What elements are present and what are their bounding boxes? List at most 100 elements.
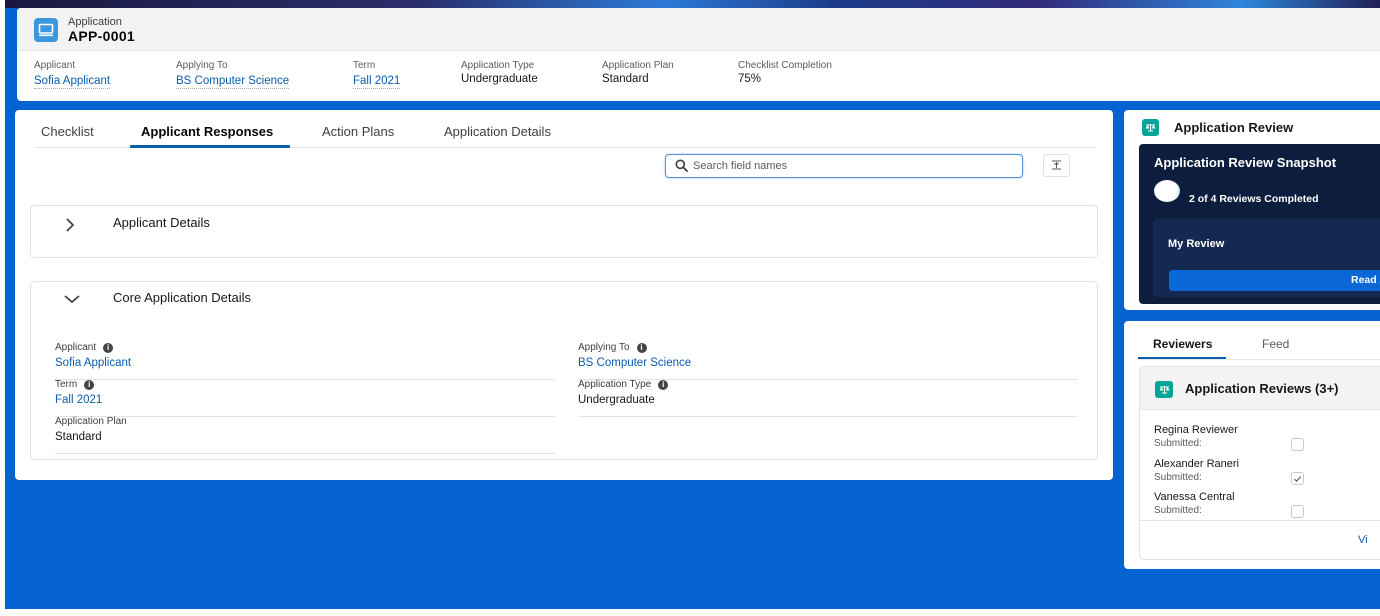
applicant-link[interactable]: Sofia Applicant: [55, 357, 555, 369]
submitted-checkbox: [1291, 438, 1304, 451]
tab-divider: [1138, 359, 1380, 360]
field-label-text: Term: [55, 379, 78, 390]
highlight-label: Application Type: [461, 60, 535, 71]
field-label: Applicant i: [55, 342, 555, 353]
chevron-down-icon[interactable]: [63, 292, 81, 310]
top-banner: [5, 0, 1380, 8]
list-item: Alexander Raneri Submitted:: [1154, 458, 1374, 490]
program-link[interactable]: BS Computer Science: [578, 357, 1078, 369]
highlight-value: 75%: [738, 73, 762, 85]
card-title: Application Review: [1174, 120, 1294, 135]
section-core-application-details: Core Application Details Applicant i Sofi…: [30, 281, 1098, 460]
highlight-value: Undergraduate: [461, 73, 538, 85]
tab-bar: Checklist Applicant Responses Action Pla…: [35, 110, 1095, 148]
field-value: Undergraduate: [578, 394, 655, 406]
field-label: Application Plan: [55, 416, 555, 427]
submitted-label: Submitted:: [1154, 472, 1202, 483]
submitted-checkbox: [1291, 472, 1304, 485]
field-term: Term i Fall 2021: [55, 379, 555, 417]
reviews-completed-text: 2 of 4 Reviews Completed: [1189, 193, 1319, 205]
highlight-fields: Applicant Sofia Applicant Applying To BS…: [17, 51, 1380, 101]
highlight-label: Applying To: [176, 60, 228, 71]
list-item: Regina Reviewer Submitted:: [1154, 424, 1374, 456]
program-link[interactable]: BS Computer Science: [176, 75, 290, 89]
reviewer-name[interactable]: Vanessa Central: [1154, 491, 1374, 503]
field-applicant: Applicant i Sofia Applicant: [55, 342, 555, 380]
reviewers-card: Reviewers Feed Application Reviews (3+) …: [1124, 321, 1380, 569]
info-icon[interactable]: i: [636, 342, 647, 353]
tab-action-plans[interactable]: Action Plans: [322, 124, 394, 139]
record-object-label: Application: [68, 16, 122, 28]
applicant-link[interactable]: Sofia Applicant: [34, 75, 111, 89]
submitted-checkbox: [1291, 505, 1304, 518]
highlight-checklist-completion: Checklist Completion 75%: [738, 60, 832, 85]
read-application-button[interactable]: Read A: [1169, 270, 1380, 291]
application-reviews-list: Application Reviews (3+) Regina Reviewer…: [1139, 366, 1380, 560]
my-review-panel: My Review Read A: [1153, 219, 1380, 297]
progress-ring: [1154, 180, 1180, 202]
main-card: Checklist Applicant Responses Action Pla…: [15, 110, 1113, 480]
section-title[interactable]: Applicant Details: [113, 215, 210, 230]
view-all-link[interactable]: Vi: [1358, 534, 1380, 546]
active-tab-indicator: [130, 145, 290, 148]
scales-icon: [1142, 119, 1159, 136]
field-label: Term i: [55, 379, 555, 390]
app-background: Application APP-0001 Applicant Sofia App…: [5, 0, 1380, 609]
highlight-label: Checklist Completion: [738, 60, 832, 71]
term-link[interactable]: Fall 2021: [55, 394, 555, 406]
highlight-label: Term: [353, 60, 376, 71]
highlight-term: Term Fall 2021: [353, 60, 401, 89]
highlight-application-type: Application Type Undergraduate: [461, 60, 538, 85]
field-label-text: Application Type: [578, 379, 652, 390]
highlight-applying-to: Applying To BS Computer Science: [176, 60, 290, 89]
scales-icon: [1155, 381, 1173, 398]
desktop-icon: [34, 18, 58, 42]
section-title[interactable]: Core Application Details: [113, 290, 251, 305]
tab-applicant-responses[interactable]: Applicant Responses: [141, 124, 273, 139]
application-review-card: Application Review Application Review Sn…: [1124, 110, 1380, 310]
info-icon[interactable]: i: [103, 342, 114, 353]
record-header: Application APP-0001: [17, 8, 1380, 51]
record-highlights: Application APP-0001 Applicant Sofia App…: [17, 8, 1380, 101]
search-input[interactable]: [693, 157, 1013, 175]
review-snapshot: Application Review Snapshot 2 of 4 Revie…: [1139, 144, 1380, 304]
field-application-type: Application Type i Undergraduate: [578, 379, 1078, 417]
highlight-applicant: Applicant Sofia Applicant: [34, 60, 111, 89]
field-label-text: Application Plan: [55, 416, 127, 427]
collapse-all-icon: [1051, 157, 1062, 175]
highlight-label: Application Plan: [602, 60, 674, 71]
chevron-right-icon[interactable]: [63, 217, 77, 238]
snapshot-title: Application Review Snapshot: [1154, 155, 1337, 170]
record-name: APP-0001: [68, 28, 135, 44]
collapse-all-button[interactable]: [1043, 154, 1070, 177]
related-list-footer: Vi: [1140, 520, 1380, 560]
highlight-application-plan: Application Plan Standard: [602, 60, 674, 85]
search-icon: [675, 159, 688, 177]
tab-application-details[interactable]: Application Details: [444, 124, 551, 139]
info-icon[interactable]: i: [658, 379, 669, 390]
checkmark-icon: [1294, 475, 1302, 482]
field-label: Application Type i: [578, 379, 1078, 390]
field-value: Standard: [55, 431, 102, 443]
tab-checklist[interactable]: Checklist: [41, 124, 94, 139]
button-label: Read A: [1351, 274, 1380, 286]
list-item: Vanessa Central Submitted:: [1154, 491, 1374, 523]
field-applying-to: Applying To i BS Computer Science: [578, 342, 1078, 380]
submitted-label: Submitted:: [1154, 505, 1202, 516]
highlight-value: Standard: [602, 73, 649, 85]
field-label: Applying To i: [578, 342, 1078, 353]
field-application-plan: Application Plan Standard: [55, 416, 555, 454]
tab-feed[interactable]: Feed: [1262, 337, 1289, 351]
reviewer-name[interactable]: Alexander Raneri: [1154, 458, 1374, 470]
field-label-text: Applying To: [578, 342, 630, 353]
tab-reviewers[interactable]: Reviewers: [1153, 337, 1212, 351]
search-field[interactable]: [665, 154, 1023, 178]
section-applicant-details: Applicant Details: [30, 205, 1098, 258]
my-review-title: My Review: [1168, 238, 1225, 250]
related-list-header: Application Reviews (3+): [1140, 367, 1380, 410]
reviewer-name[interactable]: Regina Reviewer: [1154, 424, 1374, 436]
info-icon[interactable]: i: [84, 379, 95, 390]
related-list-title[interactable]: Application Reviews (3+): [1185, 381, 1339, 396]
highlight-label: Applicant: [34, 60, 76, 71]
term-link[interactable]: Fall 2021: [353, 75, 401, 89]
